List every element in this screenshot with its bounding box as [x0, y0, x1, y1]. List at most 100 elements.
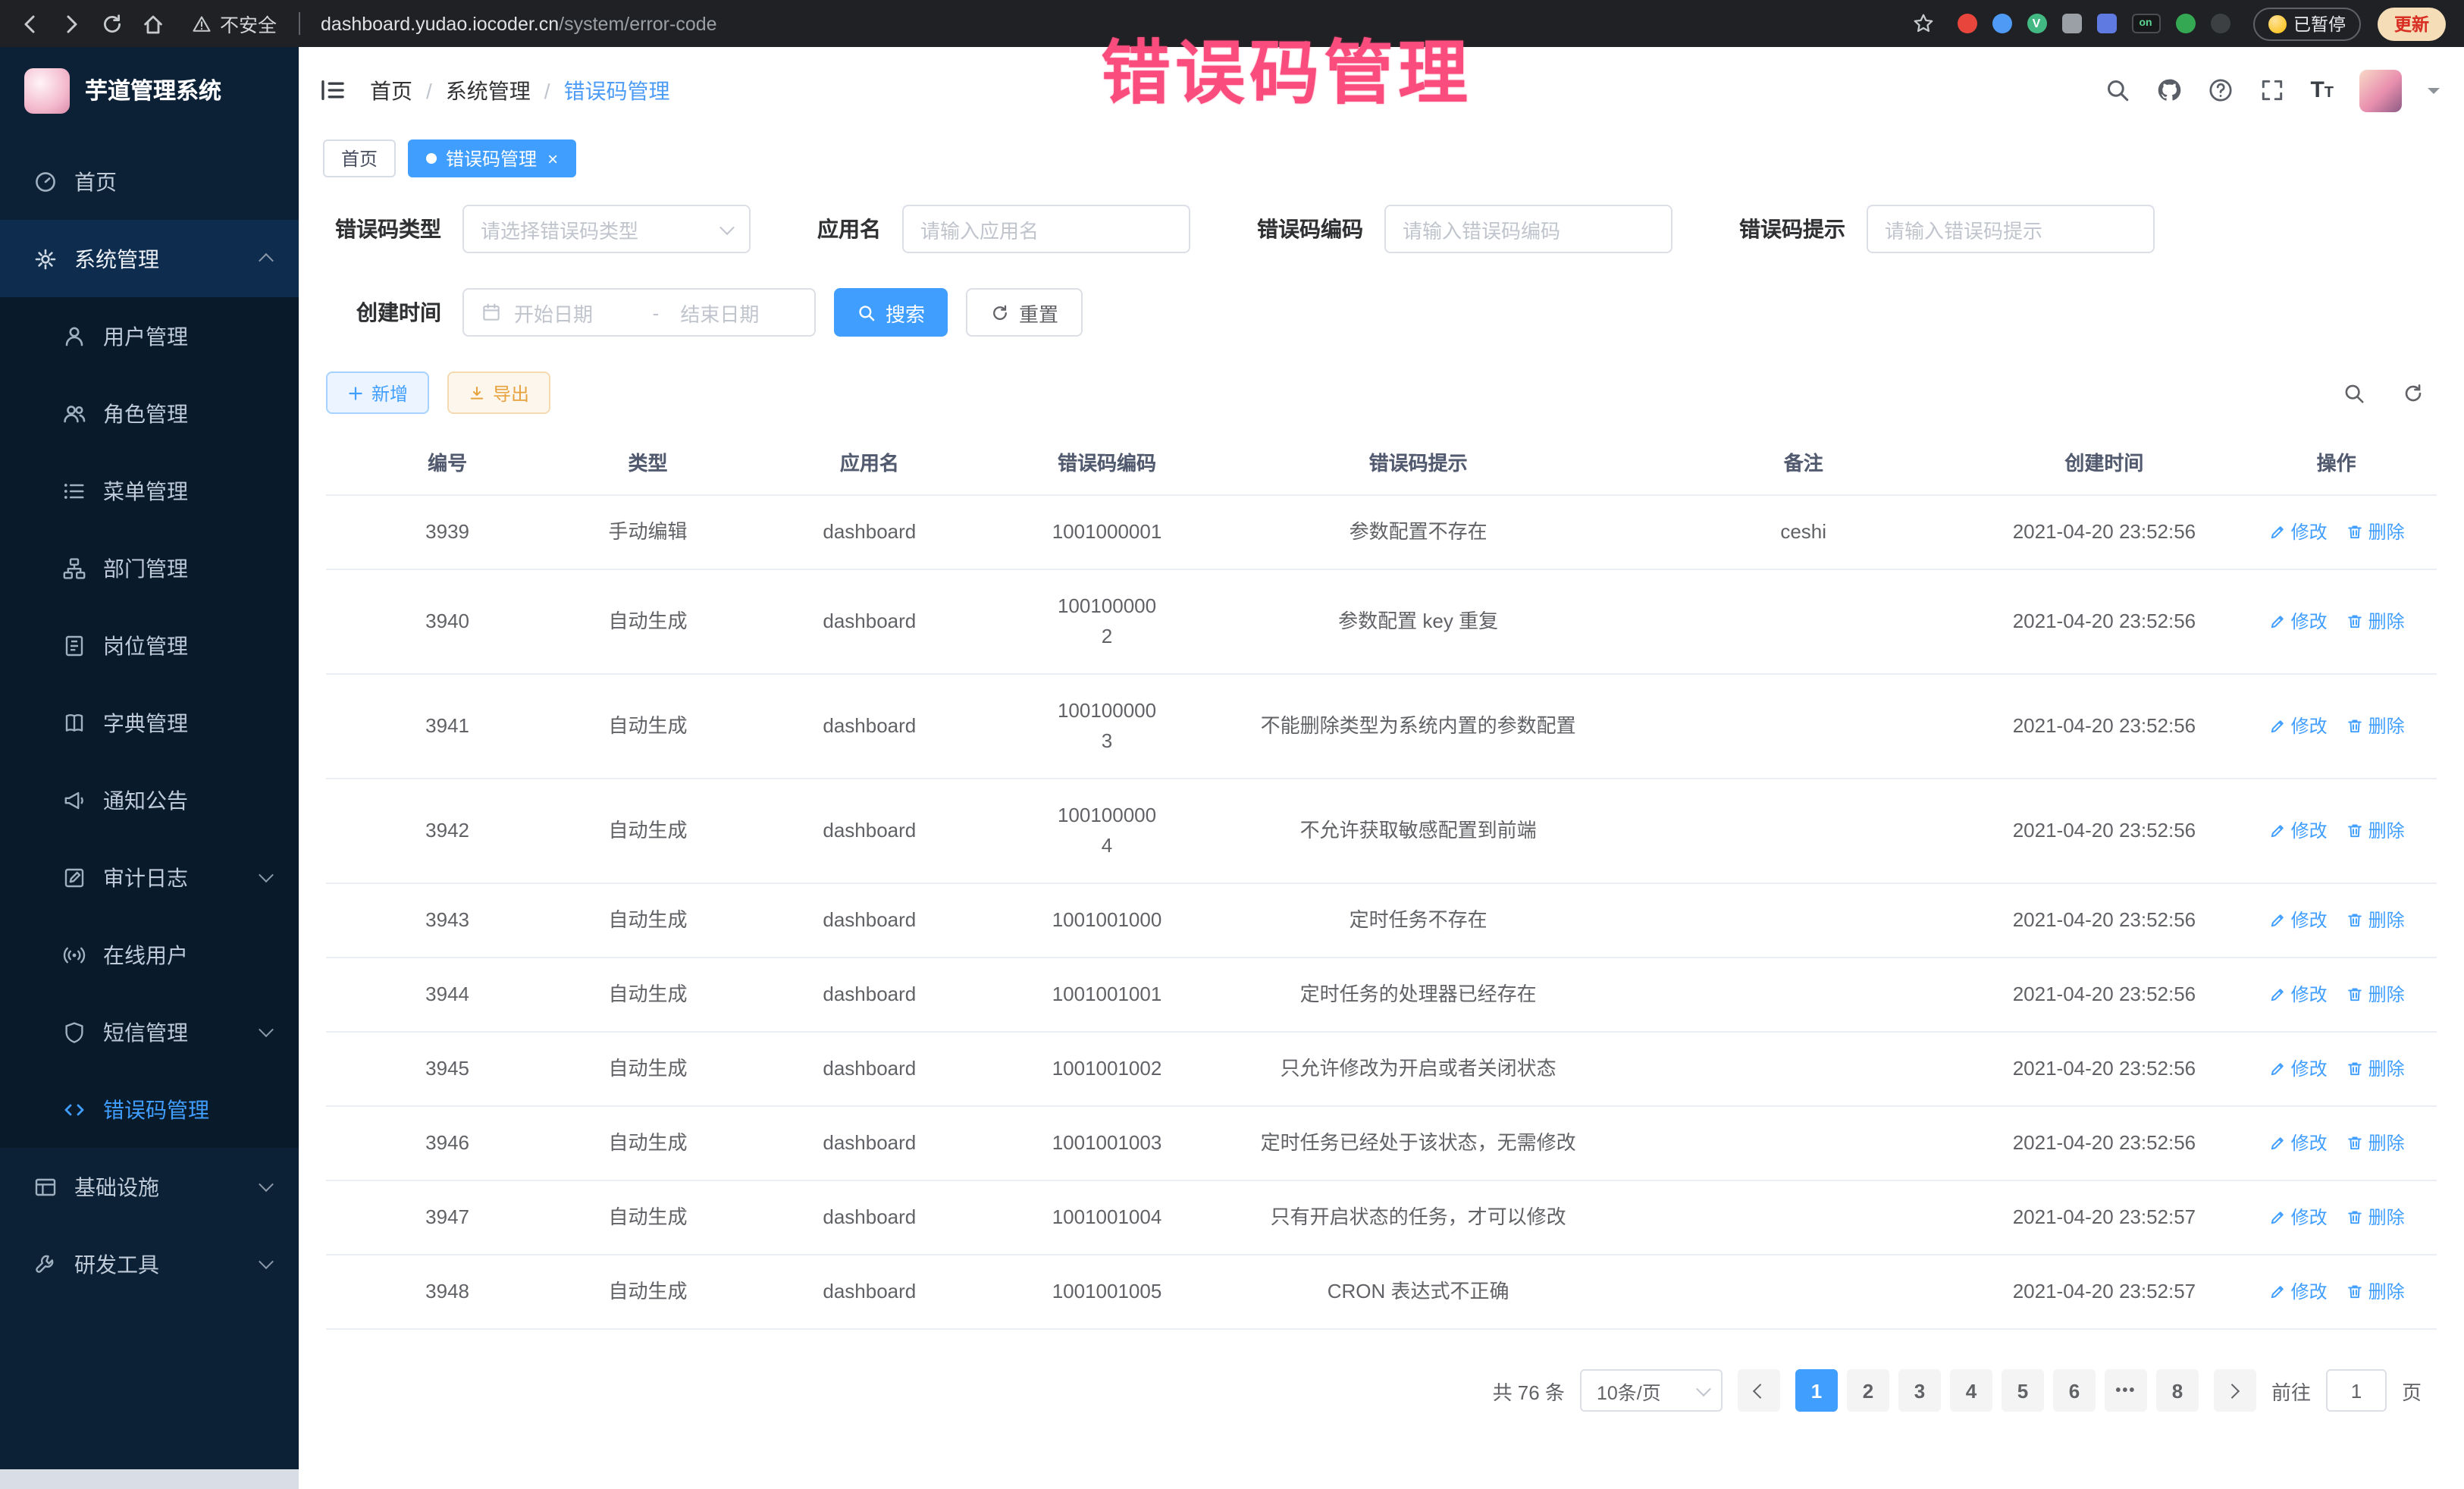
- page-button-6[interactable]: 6: [2053, 1369, 2096, 1412]
- vpn-extension-icon[interactable]: on: [2131, 14, 2160, 33]
- sidebar-item-label: 错误码管理: [103, 1094, 271, 1124]
- prev-page-button[interactable]: [1738, 1369, 1780, 1412]
- cell-type: 自动生成: [569, 1107, 727, 1180]
- delete-link[interactable]: 删除: [2346, 711, 2405, 741]
- edit-link[interactable]: 修改: [2268, 816, 2328, 846]
- delete-link[interactable]: 删除: [2346, 980, 2405, 1010]
- sidebar-item-users[interactable]: 用户管理: [0, 297, 299, 375]
- fullscreen-icon[interactable]: [2259, 77, 2284, 103]
- edit-link[interactable]: 修改: [2268, 711, 2328, 741]
- sidebar-item-notice[interactable]: 通知公告: [0, 761, 299, 839]
- page-button-1[interactable]: 1: [1795, 1369, 1838, 1412]
- cell-time: 2021-04-20 23:52:56: [1972, 496, 2236, 569]
- puzzle-extensions-icon[interactable]: [2061, 14, 2081, 33]
- paused-badge[interactable]: 已暂停: [2252, 7, 2361, 40]
- sidebar-item-audit-log[interactable]: 审计日志: [0, 839, 299, 916]
- delete-link[interactable]: 删除: [2346, 905, 2405, 936]
- tampermonkey-extension-icon[interactable]: [2210, 14, 2230, 33]
- tab-error-code[interactable]: 错误码管理 ×: [408, 139, 576, 177]
- sidebar-item-departments[interactable]: 部门管理: [0, 529, 299, 607]
- page-button-5[interactable]: 5: [2002, 1369, 2044, 1412]
- breadcrumb-system[interactable]: 系统管理: [446, 75, 531, 105]
- vue-devtools-extension-icon[interactable]: V: [2027, 14, 2046, 33]
- sidebar-item-sms[interactable]: 短信管理: [0, 993, 299, 1071]
- edit-link[interactable]: 修改: [2268, 1277, 2328, 1307]
- sidebar-item-error-code[interactable]: 错误码管理: [0, 1071, 299, 1148]
- search-button[interactable]: 搜索: [834, 288, 948, 337]
- delete-link[interactable]: 删除: [2346, 1202, 2405, 1233]
- page-size-select[interactable]: 10条/页: [1580, 1369, 1723, 1412]
- sidebar-item-infrastructure[interactable]: 基础设施: [0, 1148, 299, 1225]
- edit-link[interactable]: 修改: [2268, 1054, 2328, 1084]
- colorpicker-extension-icon[interactable]: [1992, 14, 2011, 33]
- sidebar-item-system[interactable]: 系统管理: [0, 220, 299, 297]
- recorder-extension-icon[interactable]: [1957, 14, 1977, 33]
- sidebar-item-roles[interactable]: 角色管理: [0, 375, 299, 452]
- delete-link[interactable]: 删除: [2346, 816, 2405, 846]
- reload-icon[interactable]: [100, 11, 124, 36]
- extension-icons: V on: [1957, 14, 2230, 33]
- export-button[interactable]: 导出: [447, 371, 550, 414]
- menu-fold-icon[interactable]: [318, 76, 347, 105]
- page-button-8[interactable]: 8: [2156, 1369, 2199, 1412]
- edit-link[interactable]: 修改: [2268, 1128, 2328, 1158]
- avatar[interactable]: [2359, 69, 2402, 111]
- search-icon[interactable]: [2104, 77, 2130, 103]
- tab-home[interactable]: 首页: [323, 139, 396, 177]
- error-type-select[interactable]: 请选择错误码类型: [462, 205, 751, 253]
- edit-link[interactable]: 修改: [2268, 980, 2328, 1010]
- breadcrumb-home[interactable]: 首页: [370, 75, 412, 105]
- error-hint-input[interactable]: 请输入错误码提示: [1867, 205, 2155, 253]
- home-icon[interactable]: [141, 11, 165, 36]
- delete-link[interactable]: 删除: [2346, 1128, 2405, 1158]
- security-indicator[interactable]: 不安全: [191, 9, 277, 38]
- pagination-ellipsis[interactable]: •••: [2105, 1369, 2147, 1412]
- reset-button[interactable]: 重置: [966, 288, 1083, 337]
- cell-type: 自动生成: [569, 690, 727, 763]
- table-refresh-icon[interactable]: [2402, 381, 2425, 404]
- add-button[interactable]: 新增: [326, 371, 429, 414]
- edit-link[interactable]: 修改: [2268, 1202, 2328, 1233]
- sidebar-item-online-users[interactable]: 在线用户: [0, 916, 299, 993]
- edit-link[interactable]: 修改: [2268, 905, 2328, 936]
- edit-link[interactable]: 修改: [2268, 607, 2328, 637]
- page-button-4[interactable]: 4: [1950, 1369, 1992, 1412]
- error-code-input[interactable]: 请输入错误码编码: [1384, 205, 1672, 253]
- page-tabs: 首页 错误码管理 ×: [299, 133, 2464, 183]
- back-icon[interactable]: [18, 11, 42, 36]
- sidebar-item-home[interactable]: 首页: [0, 143, 299, 220]
- screenshot-root: 不安全 dashboard.yudao.iocoder.cn/system/er…: [0, 0, 2464, 1489]
- cell-remark: [1635, 973, 1972, 1016]
- sidebar-item-dev-tools[interactable]: 研发工具: [0, 1225, 299, 1302]
- leaf-extension-icon[interactable]: [2175, 14, 2195, 33]
- close-icon[interactable]: ×: [547, 149, 558, 168]
- table-search-icon[interactable]: [2343, 381, 2365, 404]
- cell-code: 1001001003: [1012, 1107, 1202, 1180]
- forward-icon[interactable]: [59, 11, 83, 36]
- apps-extension-icon[interactable]: [2096, 14, 2116, 33]
- address-bar[interactable]: dashboard.yudao.iocoder.cn/system/error-…: [321, 13, 1895, 34]
- delete-link[interactable]: 删除: [2346, 607, 2405, 637]
- delete-link[interactable]: 删除: [2346, 1054, 2405, 1084]
- delete-link[interactable]: 删除: [2346, 1277, 2405, 1307]
- caret-down-icon[interactable]: [2428, 87, 2440, 99]
- page-button-3[interactable]: 3: [1898, 1369, 1941, 1412]
- edit-link[interactable]: 修改: [2268, 517, 2328, 547]
- sidebar-item-posts[interactable]: 岗位管理: [0, 607, 299, 684]
- page-button-2[interactable]: 2: [1847, 1369, 1889, 1412]
- delete-link[interactable]: 删除: [2346, 517, 2405, 547]
- next-page-button[interactable]: [2214, 1369, 2256, 1412]
- font-size-icon[interactable]: TT: [2310, 79, 2334, 102]
- github-icon[interactable]: [2155, 77, 2181, 103]
- sidebar-item-menus[interactable]: 菜单管理: [0, 452, 299, 529]
- goto-page-input[interactable]: [2326, 1369, 2387, 1412]
- sidebar-item-dictionary[interactable]: 字典管理: [0, 684, 299, 761]
- update-button[interactable]: 更新: [2378, 7, 2446, 40]
- end-date-placeholder: 结束日期: [680, 298, 798, 327]
- date-range-picker[interactable]: 开始日期 - 结束日期: [462, 288, 816, 337]
- tab-active-dot: [426, 153, 437, 164]
- star-icon[interactable]: [1911, 12, 1934, 35]
- app-name-input[interactable]: 请输入应用名: [902, 205, 1190, 253]
- logo-title: 芋道管理系统: [85, 74, 221, 106]
- help-icon[interactable]: [2207, 77, 2233, 103]
